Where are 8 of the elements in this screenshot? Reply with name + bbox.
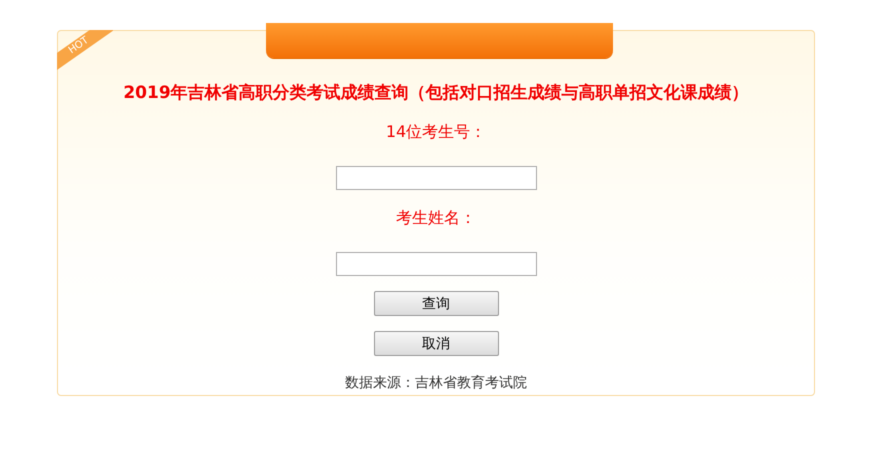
data-source-text: 数据来源：吉林省教育考试院: [345, 374, 527, 392]
form-button[interactable]: 查询: [374, 291, 498, 316]
input-field[interactable]: [336, 252, 536, 276]
field-label: 14位考生号：: [386, 122, 486, 143]
input-field[interactable]: [336, 166, 536, 190]
page-title: 2019年吉林省高职分类考试成绩查询（包括对口招生成绩与高职单招文化课成绩）: [123, 82, 749, 104]
form-button[interactable]: 取消: [374, 331, 498, 356]
field-label: 考生姓名：: [396, 208, 476, 229]
